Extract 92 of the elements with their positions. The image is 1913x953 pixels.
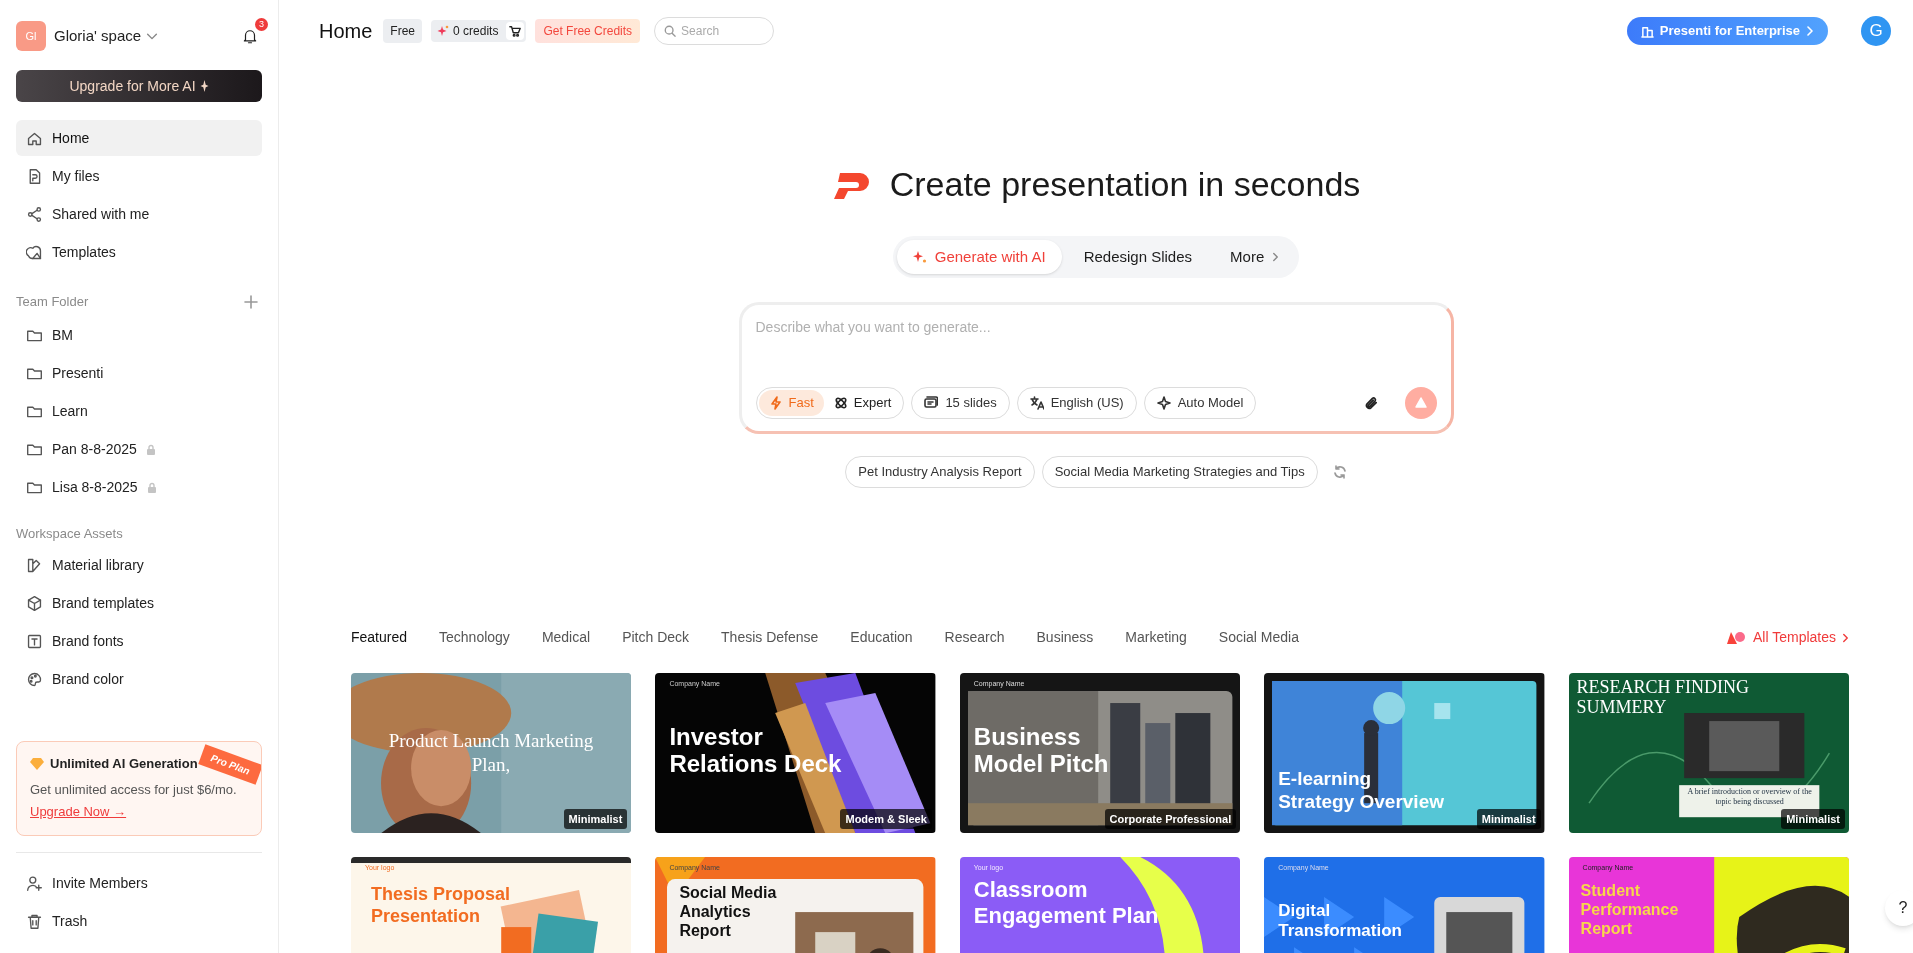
- slide-title: Business Model Pitch: [973, 723, 1110, 777]
- prompt-field[interactable]: Describe what you want to generate...: [755, 317, 1437, 387]
- section-heading: Workspace Assets: [16, 524, 124, 543]
- category-tab[interactable]: Featured: [351, 627, 408, 648]
- all-templates-link[interactable]: All Templates: [1727, 627, 1849, 648]
- search-input[interactable]: Search: [681, 22, 762, 40]
- workspace-avatar: Gl: [16, 21, 46, 51]
- slides-icon: [924, 396, 939, 410]
- sidebar-item[interactable]: Brand templates: [16, 585, 262, 621]
- sparkle-icon: [912, 250, 927, 264]
- category-tab[interactable]: Marketing: [1125, 627, 1187, 648]
- promo-title: Unlimited AI Generation: [50, 755, 198, 773]
- style-tag: Modem & Sleek: [840, 808, 932, 829]
- slide-subtitle: A brief introduction or overview of the topic being discussed: [1686, 787, 1813, 807]
- paperclip-icon: [1364, 395, 1379, 411]
- translate-icon: [1029, 396, 1044, 410]
- notification-badge: 3: [255, 18, 268, 31]
- sidebar-item[interactable]: Material library: [16, 547, 262, 583]
- speed-option[interactable]: Expert: [823, 390, 902, 416]
- atom-icon: [833, 396, 848, 410]
- templates-icon: [26, 243, 43, 261]
- workspace-switcher[interactable]: Gloria' space: [54, 24, 160, 48]
- slide-title: Digital Transformation: [1278, 901, 1403, 941]
- category-tab[interactable]: Pitch Deck: [622, 627, 690, 648]
- category-tab[interactable]: Research: [944, 627, 1005, 648]
- sparkle-icon: [199, 80, 209, 92]
- plan-badge: Free: [383, 19, 423, 43]
- section-heading: Team Folder: [16, 293, 89, 311]
- bell-icon: [241, 27, 259, 45]
- sidebar-item[interactable]: Pan 8-8-2025: [16, 431, 262, 468]
- sidebar-item[interactable]: Lisa 8-8-2025: [16, 469, 262, 506]
- page-title: Home: [319, 19, 373, 44]
- sidebar-item[interactable]: Brand color: [16, 661, 262, 697]
- sidebar-item[interactable]: Home: [16, 120, 262, 156]
- shapes-icon: [1727, 629, 1747, 646]
- search-icon: [664, 25, 677, 37]
- template-card[interactable]: Product Launch Marketing Plan, Minimalist: [351, 673, 632, 833]
- bolt-icon: [768, 396, 783, 410]
- sidebar-item[interactable]: Shared with me: [16, 196, 262, 232]
- add-user-icon: [26, 874, 43, 892]
- sidebar-item[interactable]: Trash: [16, 903, 262, 939]
- mode-tab[interactable]: More: [1214, 240, 1296, 274]
- chevron-right-icon: [1842, 632, 1849, 643]
- upgrade-link[interactable]: Upgrade Now →: [30, 804, 127, 819]
- category-tab[interactable]: Thesis Defense: [721, 627, 819, 648]
- cart-icon: [509, 25, 522, 37]
- cube-icon: [26, 594, 43, 612]
- slide-title: RESEARCH FINDING SUMMERY: [1576, 677, 1751, 717]
- sparkle-icon: [437, 25, 450, 37]
- style-tag: Minimalist: [1781, 808, 1845, 829]
- help-button[interactable]: ?: [1885, 890, 1913, 926]
- template-card[interactable]: RESEARCH FINDING SUMMERY A brief introduction or overview of the topic being discussed Minimalist: [1568, 673, 1849, 833]
- sidebar-item[interactable]: Invite Members: [16, 865, 262, 901]
- sidebar-item[interactable]: My files: [16, 158, 262, 194]
- font-icon: [26, 632, 43, 650]
- category-tab[interactable]: Medical: [541, 627, 591, 648]
- sparkle-icon: [1156, 396, 1171, 410]
- sidebar-item[interactable]: Brand fonts: [16, 623, 262, 659]
- credits-button[interactable]: 0 credits: [431, 20, 527, 42]
- sidebar-item[interactable]: BM: [16, 317, 262, 354]
- refresh-button[interactable]: [1332, 465, 1347, 479]
- hero-title: Create presentation in seconds: [889, 164, 1361, 205]
- prompt-box[interactable]: Describe what you want to generate... Fast Expert 15 slides English (US) Auto Model: [738, 302, 1454, 434]
- library-icon: [26, 556, 43, 574]
- category-tab[interactable]: Technology: [439, 627, 510, 648]
- sidebar-item[interactable]: Presenti: [16, 355, 262, 392]
- category-tab[interactable]: Education: [850, 627, 913, 648]
- slide-title: Student Performance Report: [1580, 881, 1680, 938]
- plus-icon: [244, 294, 258, 309]
- mode-tab[interactable]: Generate with AI: [896, 240, 1062, 274]
- sidebar-item[interactable]: Learn: [16, 393, 262, 430]
- slide-title: Classroom Engagement Plan: [973, 877, 1160, 929]
- slide-title: Thesis Proposal Presentation: [371, 883, 512, 927]
- add-folder-button[interactable]: [244, 294, 258, 309]
- refresh-icon: [1332, 465, 1347, 479]
- mode-tab[interactable]: Redesign Slides: [1067, 240, 1209, 274]
- diamond-icon: [30, 757, 44, 770]
- upgrade-button[interactable]: Upgrade for More AI: [16, 70, 262, 102]
- category-tab[interactable]: Social Media: [1218, 627, 1299, 648]
- category-tab[interactable]: Business: [1036, 627, 1094, 648]
- building-icon: [1640, 24, 1654, 38]
- chevron-right-icon: [1272, 252, 1280, 262]
- trash-icon: [26, 912, 43, 930]
- chevron-right-icon: [1806, 26, 1814, 36]
- sidebar-item[interactable]: Templates: [16, 234, 262, 270]
- palette-icon: [26, 670, 43, 688]
- plan-ribbon: Pro Plan: [198, 744, 261, 785]
- share-icon: [26, 205, 43, 223]
- slide-title: Product Launch Marketing Plan,: [387, 729, 595, 777]
- send-button[interactable]: [1404, 387, 1437, 419]
- slide-title: Social Media Analytics Report: [679, 883, 778, 940]
- arrow-up-icon: [1414, 397, 1427, 409]
